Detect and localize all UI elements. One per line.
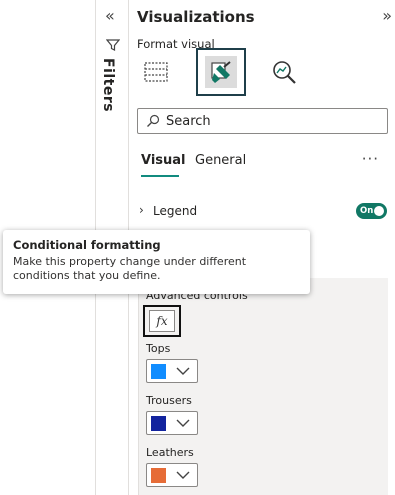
table-grid-icon xyxy=(144,62,168,82)
legend-label: Legend xyxy=(153,204,198,218)
expand-pane-icon[interactable]: » xyxy=(382,6,392,25)
conditional-formatting-button[interactable]: fx xyxy=(143,305,181,337)
color-picker-trousers[interactable] xyxy=(146,411,198,435)
funnel-icon xyxy=(106,39,120,51)
toggle-knob xyxy=(374,206,384,216)
active-tab-indicator xyxy=(141,175,179,177)
color-picker-tops[interactable] xyxy=(146,359,198,383)
magnify-analytics-icon xyxy=(273,61,296,84)
chevron-down-icon xyxy=(176,419,190,427)
chevron-down-icon xyxy=(176,471,190,479)
pane-title: Visualizations xyxy=(137,8,255,26)
search-icon xyxy=(147,114,160,127)
color-picker-leathers[interactable] xyxy=(146,463,198,487)
series-label-leathers: Leathers xyxy=(146,446,194,459)
series-label-tops: Tops xyxy=(146,342,171,355)
color-swatch xyxy=(151,416,166,431)
colors-section: Advanced controls fx Tops Trousers Leath… xyxy=(138,278,388,495)
analytics-button[interactable] xyxy=(259,48,309,96)
conditional-formatting-tooltip: Conditional formatting Make this propert… xyxy=(3,230,310,294)
collapse-filters-icon[interactable]: « xyxy=(105,6,115,25)
search-placeholder: Search xyxy=(166,113,211,129)
chevron-down-icon xyxy=(176,367,190,375)
series-label-trousers: Trousers xyxy=(146,394,192,407)
chevron-right-icon[interactable]: › xyxy=(139,203,144,217)
build-visual-button[interactable] xyxy=(131,48,181,96)
tab-general[interactable]: General xyxy=(195,153,246,168)
format-visual-button[interactable] xyxy=(196,48,246,96)
more-options-button[interactable]: ··· xyxy=(362,150,379,168)
paintbrush-format-icon xyxy=(211,61,231,83)
legend-card-header[interactable]: › Legend On xyxy=(137,202,389,222)
legend-toggle[interactable]: On xyxy=(356,203,387,219)
tooltip-title: Conditional formatting xyxy=(13,238,161,252)
tab-visual[interactable]: Visual xyxy=(141,153,186,168)
color-swatch xyxy=(151,468,166,483)
search-input[interactable]: Search xyxy=(137,108,388,134)
toggle-state-label: On xyxy=(360,206,374,216)
color-swatch xyxy=(151,364,166,379)
tooltip-description: Make this property change under differen… xyxy=(13,255,247,282)
filters-label[interactable]: Filters xyxy=(100,58,116,112)
fx-icon: fx xyxy=(149,310,175,332)
